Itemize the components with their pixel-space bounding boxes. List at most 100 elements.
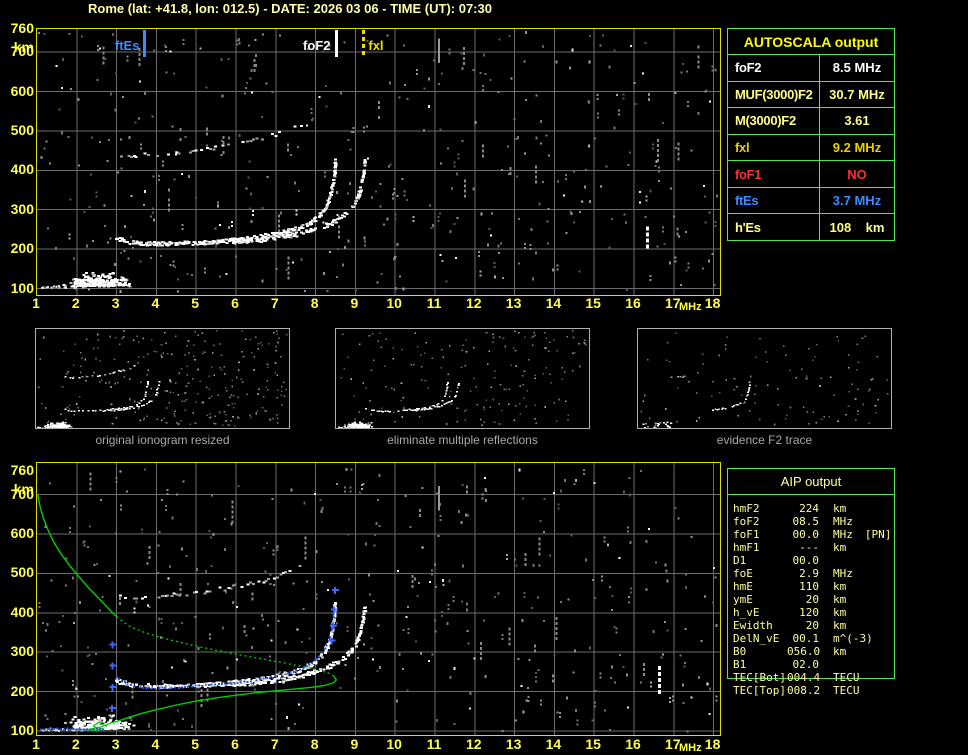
autoscala-table-body: foF2 8.5 MHz MUF(3000)F2 30.7 MHz M(3000)F2 3… bbox=[728, 55, 894, 241]
aip-table-row: TEC[Bot] 004.4 TECU bbox=[733, 671, 891, 684]
y-axis-unit-label: km bbox=[13, 38, 34, 55]
x-tick-label: 7 bbox=[270, 295, 279, 311]
x-tick-label: 2 bbox=[71, 295, 80, 311]
y-tick-label: 760 bbox=[10, 462, 34, 479]
y-tick-label: 400 bbox=[10, 603, 34, 620]
thumbnail-original-ionogram bbox=[35, 328, 290, 429]
y-tick-label: 600 bbox=[10, 82, 34, 99]
y-tick-label: 760 bbox=[10, 19, 34, 36]
aip-row-unit: MHz bbox=[833, 528, 853, 541]
x-tick-label: 2 bbox=[71, 736, 80, 752]
aip-row-label: D1 bbox=[733, 554, 747, 567]
x-tick-label: 14 bbox=[545, 295, 562, 311]
aip-table-row: hmF1 --- km bbox=[733, 541, 891, 554]
aip-row-label: B0 bbox=[733, 645, 747, 658]
x-tick-label: 4 bbox=[151, 736, 160, 752]
aip-row-value: --- bbox=[799, 541, 819, 554]
aip-row-value: 02.0 bbox=[792, 658, 820, 671]
y-axis-unit-label: km bbox=[13, 481, 34, 498]
aip-table-row: B1 02.0 bbox=[733, 658, 891, 671]
autoscala-table-row: foF1 NO bbox=[728, 161, 894, 188]
aip-row-label: h_vE bbox=[733, 606, 760, 619]
aip-row-unit: km bbox=[833, 541, 847, 554]
x-tick-label: 5 bbox=[191, 736, 200, 752]
x-tick-label: 11 bbox=[426, 736, 442, 752]
x-tick-label: 16 bbox=[625, 736, 641, 752]
x-tick-label: 14 bbox=[545, 736, 562, 752]
thumbnail-caption-f2trace: evidence F2 trace bbox=[716, 433, 813, 447]
x-tick-label: 12 bbox=[466, 295, 482, 311]
autoscala-row-label: fxl bbox=[728, 134, 820, 161]
thumbnail-f2-canvas bbox=[640, 332, 889, 428]
fxl-marker-line bbox=[362, 30, 366, 57]
autoscala-table-row: fxl 9.2 MHz bbox=[728, 134, 894, 162]
autoscala-row-label: ftEs bbox=[728, 187, 820, 214]
x-tick-label: 10 bbox=[386, 295, 402, 311]
aip-row-label: hmE bbox=[733, 580, 753, 593]
x-tick-label: 9 bbox=[350, 295, 359, 311]
thumbnail-caption-original: original ionogram resized bbox=[95, 433, 230, 447]
autoscala-row-value: 9.2 MHz bbox=[832, 140, 882, 156]
aip-row-unit: km bbox=[833, 619, 847, 632]
aip-table-row: hmF2 224 km bbox=[733, 502, 891, 515]
fxl-marker-label: fxl bbox=[368, 38, 384, 53]
aip-table-row: foF2 08.5 MHz bbox=[733, 515, 891, 528]
aip-row-unit: km bbox=[833, 645, 847, 658]
x-tick-label: 6 bbox=[231, 295, 239, 311]
autoscala-table-row: M(3000)F2 3.61 bbox=[728, 108, 894, 135]
ftes-marker-label: ftEs bbox=[114, 38, 140, 53]
x-axis-unit-label: MHz bbox=[679, 301, 702, 313]
aip-row-unit: km bbox=[833, 580, 847, 593]
aip-row-label: hmF2 bbox=[733, 502, 760, 515]
thumbnail-filtered-ionogram bbox=[335, 328, 590, 429]
aip-row-unit: MHz bbox=[833, 515, 853, 528]
aip-row-unit: km bbox=[833, 593, 847, 606]
aip-row-label: foE bbox=[733, 567, 753, 580]
autoscala-table-row: h'Es 108 km bbox=[728, 214, 894, 241]
aip-row-label: foF2 bbox=[733, 515, 760, 528]
aip-row-value: 120 bbox=[799, 606, 819, 619]
y-tick-label: 100 bbox=[10, 722, 34, 738]
aip-row-label: DelN_vE bbox=[733, 632, 780, 645]
autoscala-row-value: NO bbox=[847, 166, 867, 182]
autoscala-table-row: ftEs 3.7 MHz bbox=[728, 187, 894, 215]
aip-row-value: 00.0 bbox=[792, 554, 820, 567]
aip-row-label: ymE bbox=[733, 593, 753, 606]
top-ionogram-canvas bbox=[37, 29, 720, 295]
autoscala-row-value: 108 km bbox=[829, 219, 885, 235]
y-tick-label: 400 bbox=[10, 161, 34, 178]
bottom-ionogram-plot bbox=[36, 462, 721, 736]
x-tick-label: 10 bbox=[386, 736, 402, 752]
x-tick-label: 5 bbox=[191, 295, 200, 311]
aip-table-row: h_vE 120 km bbox=[733, 606, 891, 619]
aip-row-value: 110 bbox=[799, 580, 819, 593]
aip-row-label: Ewidth bbox=[733, 619, 773, 632]
autoscala-screen: Rome (lat: +41.8, lon: 012.5) - DATE: 20… bbox=[0, 0, 968, 755]
x-tick-label: 15 bbox=[585, 736, 601, 752]
aip-row-unit: TECU bbox=[833, 671, 860, 684]
aip-table-row: foF1 00.0 MHz [PN] bbox=[733, 528, 891, 541]
aip-table-row: hmE 110 km bbox=[733, 580, 891, 593]
x-tick-label: 13 bbox=[505, 295, 522, 311]
x-tick-label: 4 bbox=[151, 295, 160, 311]
aip-row-value: 20 bbox=[805, 619, 819, 632]
autoscala-row-label: h'Es bbox=[728, 214, 820, 241]
aip-row-label: hmF1 bbox=[733, 541, 760, 554]
thumbnail-caption-filtered: eliminate multiple reflections bbox=[387, 433, 538, 447]
x-tick-label: 15 bbox=[585, 295, 601, 311]
aip-row-value: 20 bbox=[805, 593, 819, 606]
autoscala-row-value: 8.5 MHz bbox=[832, 60, 882, 76]
aip-row-value: 004.4 bbox=[787, 671, 821, 684]
aip-row-label: TEC[Top] bbox=[733, 684, 786, 697]
aip-row-label: TEC[Bot] bbox=[733, 671, 786, 684]
autoscala-output-table: AUTOSCALA output foF2 8.5 MHz MUF(3000)F2 3… bbox=[727, 28, 895, 241]
x-tick-label: 18 bbox=[704, 295, 721, 311]
x-axis-unit-label: MHz bbox=[679, 742, 702, 754]
x-tick-label: 1 bbox=[32, 736, 40, 752]
aip-row-value: 08.5 bbox=[792, 515, 820, 528]
aip-row-unit: MHz bbox=[833, 567, 853, 580]
y-tick-label: 500 bbox=[10, 121, 34, 138]
thumbnail-original-canvas bbox=[37, 330, 288, 428]
autoscala-row-label: foF1 bbox=[728, 161, 820, 187]
y-tick-label: 600 bbox=[10, 525, 34, 542]
